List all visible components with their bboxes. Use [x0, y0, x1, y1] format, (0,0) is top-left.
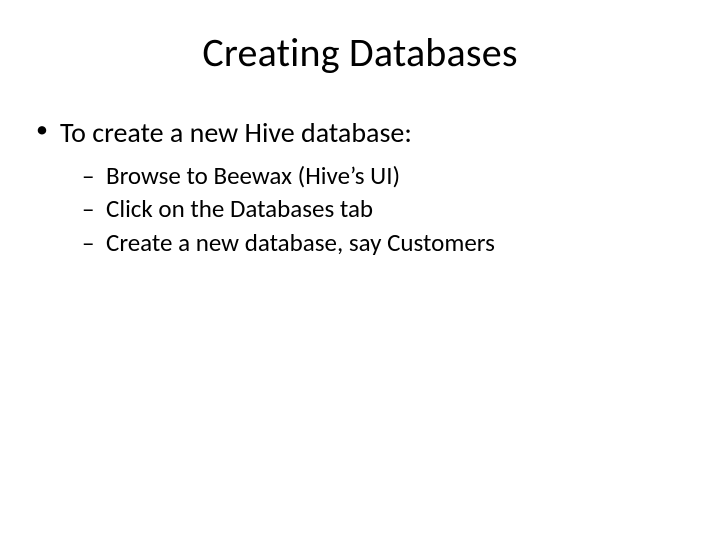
bullet-level2: Click on the Databases tab — [28, 193, 692, 224]
slide: Creating Databases To create a new Hive … — [0, 0, 720, 540]
slide-body: To create a new Hive database: Browse to… — [0, 77, 720, 258]
slide-title: Creating Databases — [0, 0, 720, 77]
bullet-level2: Browse to Beewax (Hive’s UI) — [28, 160, 692, 191]
bullet-level2: Create a new database, say Customers — [28, 227, 692, 258]
bullet-level1: To create a new Hive database: — [28, 115, 692, 150]
